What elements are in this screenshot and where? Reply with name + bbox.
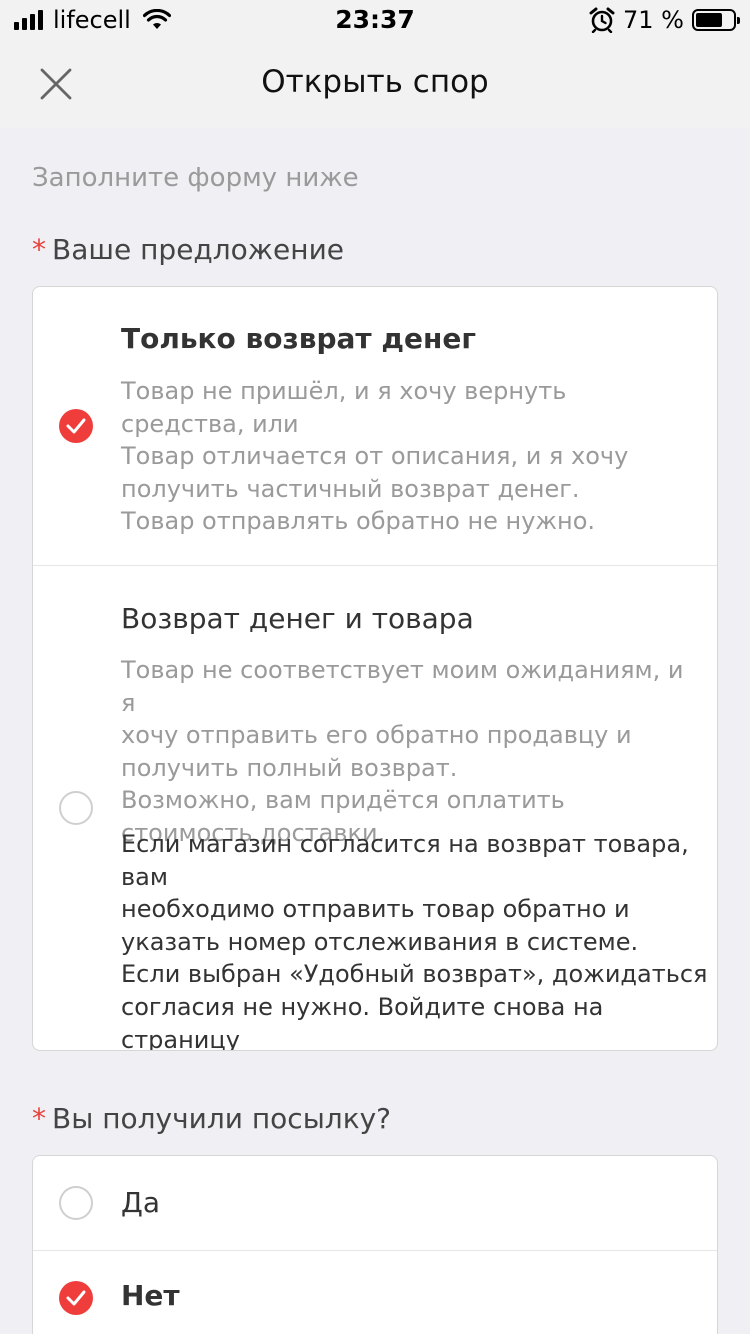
checkmark-icon (66, 1290, 86, 1306)
battery-percentage: 71 % (623, 6, 684, 34)
option-description: Товар не пришёл, и я хочу вернуть средст… (121, 377, 629, 536)
option-no-label: Нет (121, 1279, 180, 1312)
option-title: Возврат денег и товара (121, 602, 474, 635)
battery-fill (696, 13, 722, 27)
option-title: Только возврат денег (121, 322, 476, 355)
radio-refund-only[interactable] (59, 409, 93, 443)
form-hint: Заполните форму ниже (32, 163, 359, 193)
proposal-label: * Ваше предложение (32, 233, 344, 266)
received-options-card: Да Нет (32, 1155, 718, 1334)
radio-refund-and-return[interactable] (59, 791, 93, 825)
option-no[interactable]: Нет (33, 1251, 717, 1334)
option-yes[interactable]: Да (33, 1156, 717, 1251)
option-refund-only[interactable]: Только возврат денег Товар не пришёл, и … (33, 287, 717, 566)
proposal-label-text: Ваше предложение (52, 233, 344, 266)
required-mark: * (32, 233, 46, 266)
proposal-options-card: Только возврат денег Товар не пришёл, и … (32, 286, 718, 1051)
battery-tip (737, 17, 740, 24)
received-label: * Вы получили посылку? (32, 1102, 391, 1135)
radio-no[interactable] (59, 1281, 93, 1315)
status-right: 71 % (589, 6, 740, 34)
battery-icon (692, 9, 740, 31)
option-description: Товар не соответствует моим ожиданиям, и… (121, 656, 684, 847)
option-refund-and-return[interactable]: Возврат денег и товара Товар не соответс… (33, 566, 717, 1051)
alarm-icon (589, 7, 615, 33)
received-label-text: Вы получили посылку? (52, 1102, 392, 1135)
checkmark-icon (66, 418, 86, 434)
status-bar: lifecell 23:37 71 % (0, 0, 750, 40)
option-note: Если магазин согласится на возврат товар… (121, 830, 708, 1051)
option-yes-label: Да (121, 1186, 161, 1219)
radio-yes[interactable] (59, 1186, 93, 1220)
page-title: Открыть спор (261, 64, 489, 100)
nav-bar: Открыть спор (0, 40, 750, 128)
required-mark: * (32, 1102, 46, 1135)
